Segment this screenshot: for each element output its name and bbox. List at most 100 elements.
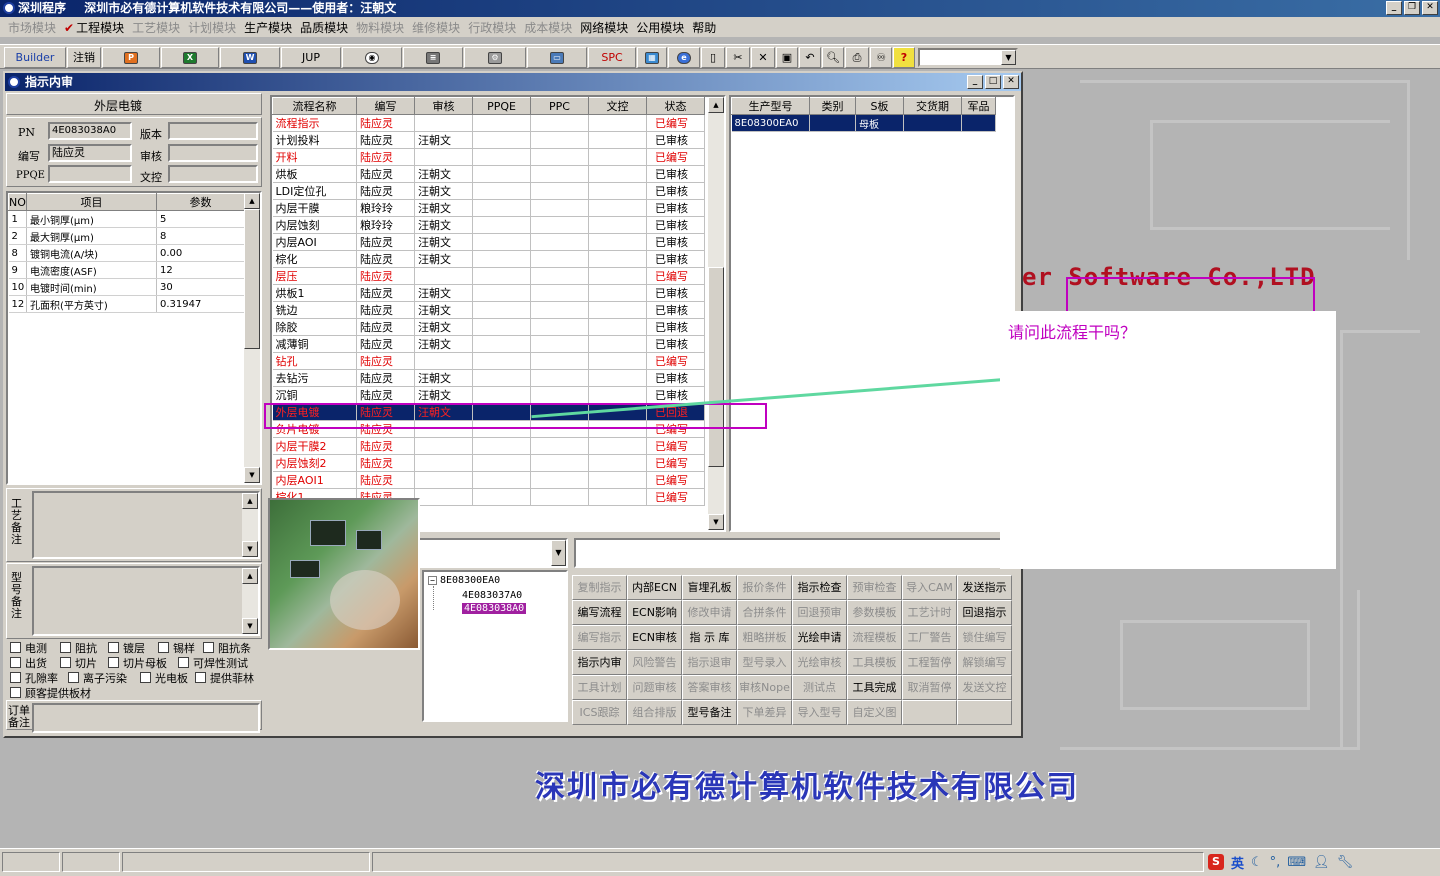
column-header[interactable]: 文控 (588, 97, 647, 115)
table-row[interactable]: 8 镀铜电流(A/块) 0.00 (8, 244, 245, 262)
child-close-button[interactable]: ✕ (1003, 75, 1019, 89)
scroll-down-icon[interactable]: ▼ (244, 467, 260, 483)
checkbox-box[interactable] (10, 657, 21, 668)
column-header[interactable]: 生产型号 (731, 97, 810, 115)
action-button[interactable]: 编写流程 (572, 600, 627, 625)
action-button[interactable]: 风险警告 (627, 650, 682, 675)
order-notes-field[interactable] (32, 703, 260, 733)
scroll-up-icon[interactable]: ▲ (244, 193, 260, 209)
flow-row[interactable]: 开料 陆应灵 已编写 (272, 148, 705, 166)
flow-row[interactable]: 减薄铜 陆应灵 汪朝文 已审核 (272, 335, 705, 353)
tree-root[interactable]: −8E08300EA0 (428, 575, 500, 586)
action-button[interactable]: 自定义图 (847, 700, 902, 725)
checkbox-box[interactable] (10, 642, 21, 653)
action-button[interactable]: 复制指示 (572, 575, 627, 600)
action-button[interactable]: 导入型号 (792, 700, 847, 725)
option-checkbox[interactable]: 电测 (10, 640, 47, 656)
cut-button[interactable]: ✂ (726, 47, 750, 68)
flow-row[interactable]: 烘板1 陆应灵 汪朝文 已审核 (272, 284, 705, 302)
action-button[interactable] (957, 700, 1012, 725)
action-button[interactable]: 型号备注 (682, 700, 737, 725)
punctuation-icon[interactable]: °, (1270, 855, 1281, 870)
checkbox-box[interactable] (158, 642, 169, 653)
menu-item[interactable]: 生产模块 (240, 19, 296, 36)
action-button[interactable]: 组合排版 (627, 700, 682, 725)
action-button[interactable]: 参数模板 (847, 600, 902, 625)
option-checkbox[interactable]: 离子污染 (68, 670, 127, 686)
craft-notes-field[interactable]: ▲ ▼ (32, 491, 260, 559)
craft-notes-scrollbar[interactable]: ▲ ▼ (242, 493, 258, 557)
column-header[interactable]: 交货期 (903, 97, 962, 115)
column-header[interactable]: 项目 (26, 193, 157, 211)
checkbox-box[interactable] (10, 687, 21, 698)
print-button[interactable]: ⎙ (845, 47, 869, 68)
excel-button[interactable]: X (161, 47, 219, 68)
child-maximize-button[interactable]: □ (985, 75, 1001, 89)
action-button[interactable]: 粗略拼板 (737, 625, 792, 650)
pn-field[interactable]: 4E083038A0 (48, 122, 132, 140)
flow-row[interactable]: 内层AOI 陆应灵 汪朝文 已审核 (272, 233, 705, 251)
menu-item[interactable]: 计划模块 (184, 19, 240, 36)
action-button[interactable]: 预审检查 (847, 575, 902, 600)
action-button[interactable]: 流程模板 (847, 625, 902, 650)
action-button[interactable]: 工具计划 (572, 675, 627, 700)
action-button[interactable]: 问题审核 (627, 675, 682, 700)
action-button[interactable]: 内部ECN (627, 575, 682, 600)
flow-row[interactable]: 棕化 陆应灵 汪朝文 已审核 (272, 250, 705, 268)
table-row[interactable]: 9 电流密度(ASF) 12 (8, 261, 245, 279)
help-button[interactable]: ? (893, 47, 915, 68)
option-checkbox[interactable]: 孔隙率 (10, 670, 58, 686)
version-field[interactable] (168, 122, 258, 140)
logout-button[interactable]: 注销 (67, 47, 101, 68)
action-button[interactable]: 工艺计时 (902, 600, 957, 625)
checkbox-box[interactable] (60, 657, 71, 668)
scroll-up-icon[interactable]: ▲ (708, 97, 724, 113)
flow-row[interactable]: LDI定位孔 陆应灵 汪朝文 已审核 (272, 182, 705, 200)
table-row[interactable]: 12 孔面积(平方英寸) 0.31947 (8, 295, 245, 313)
action-button[interactable]: 工程暂停 (902, 650, 957, 675)
user-icon[interactable]: 👤︎ (1313, 855, 1330, 870)
find-button[interactable]: ♾ (870, 47, 892, 68)
column-header[interactable]: 参数 (156, 193, 245, 211)
column-header[interactable]: 审核 (414, 97, 473, 115)
column-header[interactable]: 流程名称 (272, 97, 357, 115)
restore-button[interactable]: ❐ (1404, 1, 1420, 15)
option-checkbox[interactable]: 顾客提供板材 (10, 685, 91, 701)
production-row[interactable]: 8E08300EA0 母板 (731, 114, 996, 132)
flow-row[interactable]: 内层蚀刻2 陆应灵 已编写 (272, 454, 705, 472)
option-checkbox[interactable]: 锡样 (158, 640, 195, 656)
flow-row[interactable]: 除胶 陆应灵 汪朝文 已审核 (272, 318, 705, 336)
action-button[interactable]: ICS跟踪 (572, 700, 627, 725)
save-button[interactable]: ▣ (776, 47, 798, 68)
flow-row[interactable]: 烘板 陆应灵 汪朝文 已审核 (272, 165, 705, 183)
preview-button[interactable]: 🔍︎ (822, 47, 844, 68)
column-header[interactable]: 状态 (646, 97, 705, 115)
scroll-up-icon[interactable]: ▲ (242, 493, 258, 509)
column-header[interactable]: PPQE (472, 97, 531, 115)
table-row[interactable]: 2 最大铜厚(μm) 8 (8, 227, 245, 245)
remark-field[interactable] (574, 538, 1014, 568)
model-notes-scrollbar[interactable]: ▲ ▼ (242, 568, 258, 634)
tools-button[interactable]: ⚙ (464, 47, 526, 68)
scroll-down-icon[interactable]: ▼ (242, 618, 258, 634)
model-notes-field[interactable]: ▲ ▼ (32, 566, 260, 636)
column-header[interactable]: PPC (530, 97, 589, 115)
flow-scrollbar[interactable]: ▲ ▼ (708, 97, 724, 530)
menu-item[interactable]: 工艺模块 (128, 19, 184, 36)
spc-button[interactable]: SPC (588, 47, 636, 68)
option-checkbox[interactable]: 提供菲林 (195, 670, 254, 686)
review-field[interactable] (168, 144, 258, 162)
action-button[interactable]: 发送文控 (957, 675, 1012, 700)
option-checkbox[interactable]: 切片母板 (108, 655, 167, 671)
flow-row[interactable]: 铣边 陆应灵 汪朝文 已审核 (272, 301, 705, 319)
checkbox-box[interactable] (195, 672, 206, 683)
flow-row[interactable]: 内层蚀刻 粮玲玲 汪朝文 已审核 (272, 216, 705, 234)
option-checkbox[interactable]: 阻抗条 (203, 640, 251, 656)
action-button[interactable]: 修改申请 (682, 600, 737, 625)
computer-button[interactable]: ▭ (527, 47, 587, 68)
flow-row[interactable]: 流程指示 陆应灵 已编写 (272, 114, 705, 132)
close-button[interactable]: ✕ (1422, 1, 1438, 15)
action-button[interactable]: 取消暂停 (902, 675, 957, 700)
ppqe-field[interactable] (48, 165, 132, 183)
action-button[interactable]: 光绘审核 (792, 650, 847, 675)
